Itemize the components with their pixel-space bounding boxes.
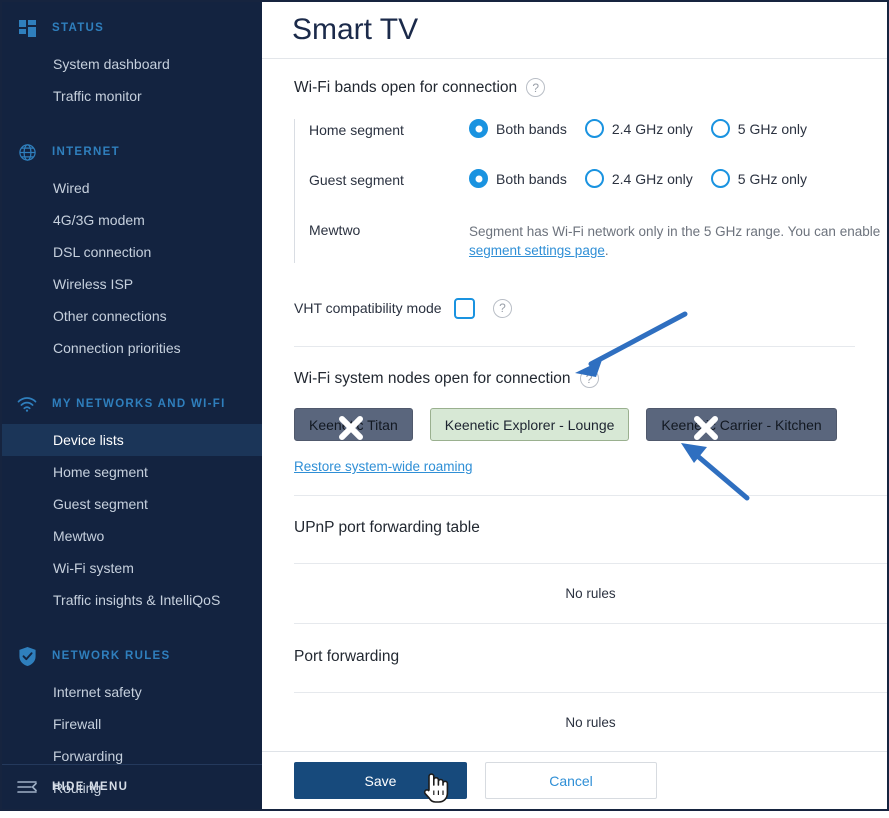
radio-option-24ghz-guest[interactable]: 2.4 GHz only	[584, 169, 693, 188]
shield-check-icon	[12, 646, 42, 667]
band-row-guest-segment: Guest segment Both bands 2.4 GHz only 5 …	[309, 169, 887, 219]
sidebar-item-wifi-system[interactable]: Wi-Fi system	[2, 552, 262, 584]
sidebar: STATUS System dashboard Traffic monitor …	[2, 2, 262, 809]
radio-indicator[interactable]	[710, 119, 730, 138]
node-chip-keenetic-titan[interactable]: Keenetic Titan	[294, 408, 413, 441]
sidebar-group-title: MY NETWORKS AND WI-FI	[52, 398, 226, 410]
sidebar-item-home-segment[interactable]: Home segment	[2, 456, 262, 488]
sidebar-item-mewtwo[interactable]: Mewtwo	[2, 520, 262, 552]
sidebar-item-internet-safety[interactable]: Internet safety	[2, 676, 262, 708]
radio-option-both-bands-guest[interactable]: Both bands	[469, 169, 567, 188]
band-row-home-segment: Home segment Both bands 2.4 GHz only 5 G…	[309, 119, 887, 169]
sidebar-item-traffic-insights[interactable]: Traffic insights & IntelliQoS	[2, 584, 262, 616]
form-action-bar: Save Cancel	[262, 751, 887, 809]
wifi-nodes-title-text: Wi-Fi system nodes open for connection	[294, 369, 571, 387]
sidebar-group-header: NETWORK RULES	[2, 636, 262, 676]
sidebar-item-wireless-isp[interactable]: Wireless ISP	[2, 268, 262, 300]
sidebar-group-header: STATUS	[2, 8, 262, 48]
divider	[294, 495, 887, 496]
sidebar-group-title: INTERNET	[52, 146, 120, 158]
upnp-section-title: UPnP port forwarding table	[294, 519, 480, 536]
radio-indicator[interactable]	[584, 119, 604, 138]
radio-label: Both bands	[496, 170, 567, 187]
band-row-mewtwo: Mewtwo Segment has Wi-Fi network only in…	[309, 219, 887, 263]
node-chip-keenetic-carrier-kitchen[interactable]: Keenetic Carrier - Kitchen	[646, 408, 837, 441]
radio-label: 5 GHz only	[737, 120, 808, 137]
wifi-bands-section-title: Wi-Fi bands open for connection ?	[262, 78, 887, 97]
vht-label: VHT compatibility mode	[294, 300, 442, 316]
globe-icon	[12, 143, 42, 162]
divider	[294, 623, 887, 624]
vht-compatibility-row: VHT compatibility mode ?	[294, 293, 887, 323]
app-window: STATUS System dashboard Traffic monitor …	[0, 0, 889, 811]
node-chip-keenetic-explorer-lounge[interactable]: Keenetic Explorer - Lounge	[429, 408, 630, 441]
sidebar-item-4g-3g-modem[interactable]: 4G/3G modem	[2, 204, 262, 236]
band-row-label: Mewtwo	[309, 222, 361, 238]
save-button[interactable]: Save	[294, 762, 467, 799]
restore-system-wide-roaming-link[interactable]: Restore system-wide roaming	[294, 459, 473, 474]
wifi-nodes-section-title: Wi-Fi system nodes open for connection ?	[262, 369, 887, 388]
wifi-bands-group: Home segment Both bands 2.4 GHz only 5 G…	[294, 119, 887, 263]
radio-option-both-bands-home[interactable]: Both bands	[469, 119, 567, 138]
sidebar-item-guest-segment[interactable]: Guest segment	[2, 488, 262, 520]
hide-menu-button[interactable]: HIDE MENU	[2, 764, 262, 809]
radio-indicator[interactable]	[710, 169, 730, 188]
sidebar-item-traffic-monitor[interactable]: Traffic monitor	[2, 80, 262, 112]
sidebar-group-internet: INTERNET Wired 4G/3G modem DSL connectio…	[2, 126, 262, 364]
vht-checkbox[interactable]	[454, 297, 475, 319]
sidebar-item-wired[interactable]: Wired	[2, 172, 262, 204]
wifi-bands-title-text: Wi-Fi bands open for connection	[294, 78, 518, 96]
band-options-home: Both bands 2.4 GHz only 5 GHz only	[469, 119, 825, 138]
radio-option-24ghz-home[interactable]: 2.4 GHz only	[584, 119, 693, 138]
help-icon[interactable]: ?	[526, 78, 546, 97]
sidebar-item-other-connections[interactable]: Other connections	[2, 300, 262, 332]
sidebar-item-system-dashboard[interactable]: System dashboard	[2, 48, 262, 80]
help-icon[interactable]: ?	[579, 369, 599, 388]
sidebar-group-header: INTERNET	[2, 132, 262, 172]
port-forwarding-section-title: Port forwarding	[294, 648, 400, 665]
sidebar-item-device-lists[interactable]: Device lists	[2, 424, 262, 456]
hide-menu-icon	[12, 780, 42, 794]
mewtwo-note-text: Segment has Wi-Fi network only in the 5 …	[469, 224, 881, 239]
sidebar-group-my-networks-and-wifi: MY NETWORKS AND WI-FI Device lists Home …	[2, 378, 262, 616]
main-content: Smart TV Wi-Fi bands open for connection…	[262, 2, 887, 809]
band-options-guest: Both bands 2.4 GHz only 5 GHz only	[469, 169, 825, 188]
dashboard-grid-icon	[12, 19, 42, 37]
segment-settings-page-link[interactable]: segment settings page	[469, 243, 605, 258]
sidebar-item-connection-priorities[interactable]: Connection priorities	[2, 332, 262, 364]
radio-indicator[interactable]	[469, 169, 488, 188]
radio-label: 5 GHz only	[737, 170, 808, 187]
settings-scroll-area[interactable]: Wi-Fi bands open for connection ? Home s…	[262, 59, 887, 751]
sidebar-item-dsl-connection[interactable]: DSL connection	[2, 236, 262, 268]
radio-indicator[interactable]	[469, 119, 488, 138]
band-row-label: Guest segment	[309, 172, 404, 188]
page-header: Smart TV	[262, 2, 887, 59]
wifi-icon	[12, 396, 42, 412]
sidebar-group-title: STATUS	[52, 22, 105, 34]
sidebar-group-status: STATUS System dashboard Traffic monitor	[2, 2, 262, 112]
upnp-empty-message: No rules	[565, 586, 616, 601]
sidebar-item-firewall[interactable]: Firewall	[2, 708, 262, 740]
wifi-node-chips: Keenetic Titan Keenetic Explorer - Loung…	[294, 408, 887, 441]
radio-option-5ghz-home[interactable]: 5 GHz only	[710, 119, 808, 138]
sidebar-group-header: MY NETWORKS AND WI-FI	[2, 384, 262, 424]
hide-menu-label: HIDE MENU	[52, 781, 129, 793]
page-title: Smart TV	[292, 13, 419, 46]
divider	[294, 346, 855, 347]
sidebar-group-title: NETWORK RULES	[52, 650, 171, 662]
radio-indicator[interactable]	[584, 169, 604, 188]
mewtwo-note-text-end: .	[604, 243, 609, 258]
radio-label: Both bands	[496, 120, 567, 137]
radio-label: 2.4 GHz only	[611, 170, 693, 187]
radio-option-5ghz-guest[interactable]: 5 GHz only	[710, 169, 808, 188]
cancel-button[interactable]: Cancel	[485, 762, 657, 799]
port-forwarding-empty-message: No rules	[565, 715, 616, 730]
radio-label: 2.4 GHz only	[611, 120, 693, 137]
mewtwo-note: Segment has Wi-Fi network only in the 5 …	[469, 219, 887, 260]
help-icon[interactable]: ?	[493, 298, 512, 318]
band-row-label: Home segment	[309, 122, 404, 138]
